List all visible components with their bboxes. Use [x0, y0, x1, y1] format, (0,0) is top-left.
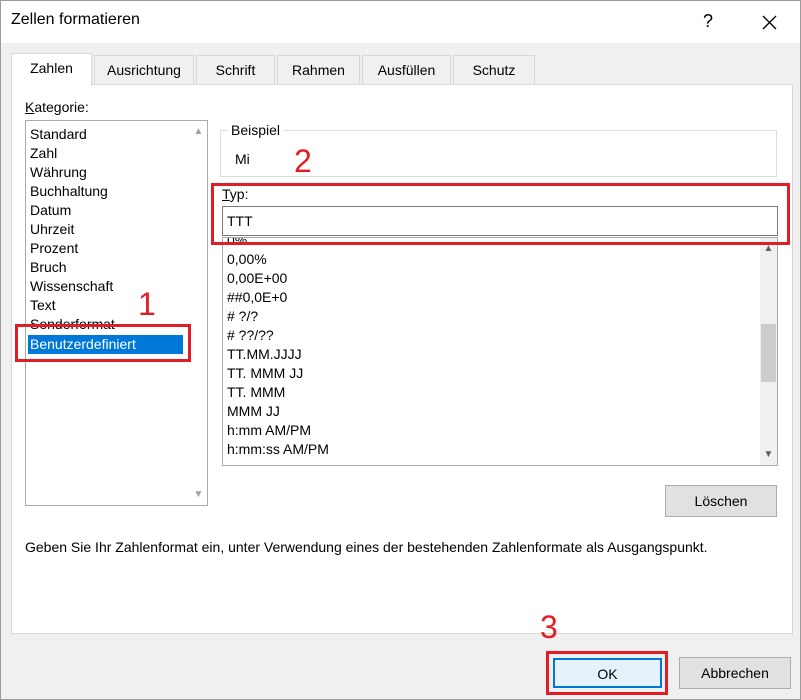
category-item-benutzerdefiniert[interactable]: Benutzerdefiniert [28, 335, 183, 354]
tab-panel-zahlen: Kategorie: Standard Zahl Währung Buchhal… [11, 84, 793, 634]
category-item-zahl[interactable]: Zahl [30, 144, 57, 163]
scroll-down-icon[interactable]: ▼ [190, 486, 207, 503]
step-marker-3: 3 [540, 609, 558, 645]
tab-zahlen[interactable]: Zahlen [11, 53, 92, 86]
delete-button[interactable]: Löschen [665, 485, 777, 517]
tab-schutz[interactable]: Schutz [453, 55, 535, 85]
type-item[interactable]: MMM JJ [227, 402, 280, 421]
category-list[interactable]: Standard Zahl Währung Buchhaltung Datum … [25, 120, 208, 506]
scroll-down-icon[interactable]: ▼ [760, 446, 777, 463]
category-label: Kategorie: [25, 99, 89, 115]
type-item[interactable]: 0,00E+00 [227, 269, 287, 288]
sample-value: Mi [235, 151, 250, 167]
type-item[interactable]: TT. MMM [227, 383, 285, 402]
type-item[interactable]: TT.MM.JJJJ [227, 345, 302, 364]
tab-schrift[interactable]: Schrift [196, 55, 275, 85]
dialog-title: Zellen formatieren [11, 11, 140, 28]
format-cells-dialog: Zellen formatieren ? Zahlen Ausrichtung … [0, 0, 801, 700]
close-button[interactable] [751, 7, 787, 37]
tab-ausrichtung[interactable]: Ausrichtung [94, 55, 194, 85]
category-item-buchhaltung[interactable]: Buchhaltung [30, 182, 108, 201]
type-item[interactable]: # ?/? [227, 307, 258, 326]
step-marker-2: 2 [294, 143, 312, 179]
category-item-waehrung[interactable]: Währung [30, 163, 87, 182]
type-item[interactable]: TT. MMM JJ [227, 364, 303, 383]
category-item-prozent[interactable]: Prozent [30, 239, 78, 258]
category-item-standard[interactable]: Standard [30, 125, 87, 144]
category-item-sonderformat[interactable]: Sonderformat [30, 315, 115, 334]
tab-rahmen[interactable]: Rahmen [277, 55, 360, 85]
type-input[interactable] [222, 206, 778, 236]
type-item[interactable]: 0% [227, 238, 247, 250]
type-format-list[interactable]: 0% 0,00% 0,00E+00 ##0,0E+0 # ?/? # ??/??… [222, 237, 778, 466]
step-marker-1: 1 [138, 286, 156, 322]
type-item[interactable]: 0,00% [227, 250, 267, 269]
category-item-wissenschaft[interactable]: Wissenschaft [30, 277, 113, 296]
sample-label: Beispiel [228, 122, 284, 138]
scroll-up-icon[interactable]: ▲ [760, 240, 777, 257]
scroll-thumb[interactable] [761, 324, 776, 382]
type-item[interactable]: h:mm AM/PM [227, 421, 311, 440]
type-item[interactable]: ##0,0E+0 [227, 288, 287, 307]
type-item[interactable]: h:mm:ss AM/PM [227, 440, 329, 459]
category-item-bruch[interactable]: Bruch [30, 258, 67, 277]
type-item[interactable]: # ??/?? [227, 326, 274, 345]
cancel-button[interactable]: Abbrechen [679, 657, 791, 689]
category-item-text[interactable]: Text [30, 296, 56, 315]
scroll-up-icon[interactable]: ▲ [190, 123, 207, 140]
category-item-datum[interactable]: Datum [30, 201, 71, 220]
close-icon [762, 15, 777, 30]
title-bar: Zellen formatieren ? [1, 1, 800, 43]
hint-text: Geben Sie Ihr Zahlenformat ein, unter Ve… [25, 539, 708, 555]
type-scrollbar[interactable]: ▲ ▼ [760, 238, 777, 465]
type-label: Typ: [222, 186, 249, 202]
help-button[interactable]: ? [695, 6, 721, 36]
ok-button[interactable]: OK [553, 658, 662, 688]
tab-ausfuellen[interactable]: Ausfüllen [362, 55, 451, 85]
category-scrollbar[interactable]: ▲ ▼ [190, 121, 207, 505]
category-item-uhrzeit[interactable]: Uhrzeit [30, 220, 74, 239]
